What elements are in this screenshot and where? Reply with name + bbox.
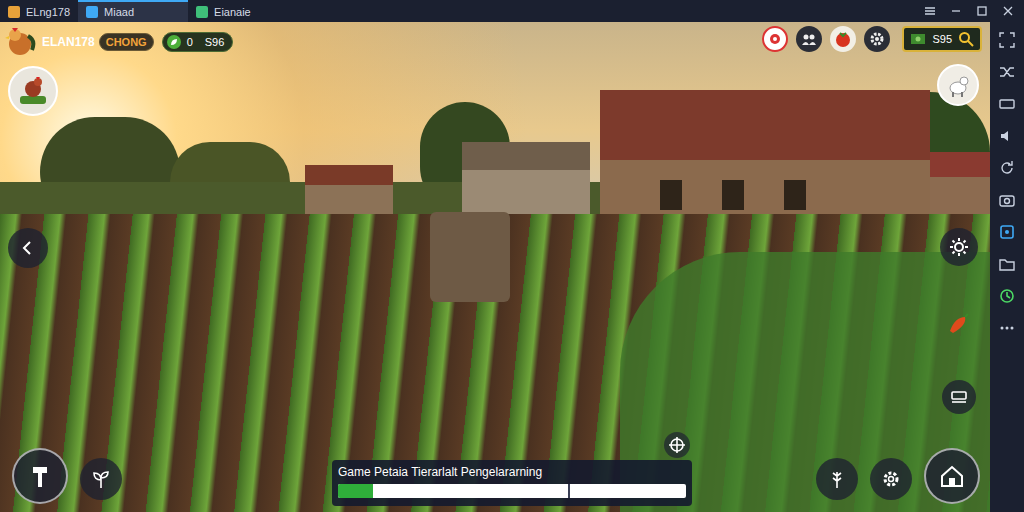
settings-button[interactable] [864, 26, 890, 52]
wheat-icon [826, 468, 848, 490]
target-icon [768, 32, 782, 46]
resource-pill: 0 S96 [162, 32, 234, 52]
cash-icon [910, 32, 926, 46]
close-icon[interactable] [1002, 5, 1014, 17]
friends-button[interactable] [796, 26, 822, 52]
map-button[interactable] [924, 448, 980, 504]
rotate-icon[interactable] [999, 160, 1015, 176]
money-pill[interactable]: S95 [902, 26, 982, 52]
menu-icon[interactable] [924, 5, 936, 17]
progress-panel: Game Petaia Tierarlalt Pengelararning [332, 460, 692, 506]
badge-button[interactable] [762, 26, 788, 52]
harvest-button[interactable] [830, 26, 856, 52]
progress-fill [338, 484, 373, 498]
progress-label: Game Petaia Tierarlalt Pengelararning [338, 464, 686, 480]
volume-icon[interactable] [999, 128, 1015, 144]
gear-icon [869, 31, 885, 47]
wheelbarrow [430, 212, 510, 302]
coins: S96 [205, 34, 229, 51]
progress-divider [568, 484, 570, 498]
search-icon[interactable] [958, 31, 974, 47]
top-right-hud: S95 [762, 26, 982, 52]
window-tab[interactable]: Miaad [78, 0, 188, 22]
folder-icon[interactable] [999, 256, 1015, 272]
record-icon[interactable] [999, 224, 1015, 240]
camera-icon[interactable] [999, 192, 1015, 208]
pepper-button[interactable] [942, 308, 974, 340]
avatar-button[interactable] [8, 66, 58, 116]
tomato-icon [834, 30, 852, 48]
back-button[interactable] [8, 228, 48, 268]
shuffle-icon[interactable] [999, 64, 1015, 80]
crosshair-icon [668, 436, 686, 454]
app-icon [8, 6, 20, 18]
house-icon [938, 462, 966, 490]
rank-badge: CHONG [99, 33, 154, 52]
bottom-right-controls [816, 448, 980, 504]
emulator-sidebar [990, 22, 1024, 512]
sun-icon [949, 237, 969, 257]
options-button[interactable] [870, 458, 912, 500]
aim-button[interactable] [664, 432, 690, 458]
player-name: ELAN178 [42, 35, 95, 49]
tab-label: ELng178 [26, 4, 70, 21]
brightness-button[interactable] [940, 228, 978, 266]
sprout-icon [90, 468, 112, 490]
app-icon [196, 6, 208, 18]
window-tab[interactable]: ELng178 [0, 0, 78, 22]
money-amount: S95 [932, 31, 952, 48]
arrow-left-icon [20, 240, 36, 256]
animal-button[interactable] [937, 64, 979, 106]
tool-button[interactable] [12, 448, 68, 504]
machine-button[interactable] [942, 380, 976, 414]
app-icon [86, 6, 98, 18]
chili-icon [945, 311, 971, 337]
window-controls [924, 0, 1024, 22]
keyboard-icon[interactable] [999, 96, 1015, 112]
counter: 0 [187, 34, 199, 51]
tab-label: Eianaie [214, 4, 251, 21]
water-button[interactable] [816, 458, 858, 500]
cog-icon [880, 468, 902, 490]
rooster-icon [2, 24, 38, 60]
leaf-icon [167, 35, 181, 49]
people-icon [801, 31, 817, 47]
fullscreen-icon[interactable] [999, 32, 1015, 48]
tractor-icon [950, 388, 968, 406]
house [305, 165, 393, 217]
maximize-icon[interactable] [976, 5, 988, 17]
tab-label: Miaad [104, 4, 134, 21]
tab-strip: ELng178 Miaad Eianaie [0, 0, 259, 22]
house [930, 152, 990, 222]
bottom-left-controls [12, 448, 122, 504]
hoe-icon [27, 463, 53, 489]
chicken-icon [16, 74, 50, 108]
house [462, 142, 590, 217]
more-icon[interactable] [999, 320, 1015, 336]
plant-button[interactable] [80, 458, 122, 500]
goat-icon [945, 72, 971, 98]
window-tab[interactable]: Eianaie [188, 0, 259, 22]
title-bar: ELng178 Miaad Eianaie [0, 0, 1024, 22]
emulator-window: ELng178 Miaad Eianaie [0, 0, 1024, 512]
player-hud: ELAN178 CHONG 0 S96 [2, 24, 233, 60]
macro-icon[interactable] [999, 288, 1015, 304]
game-view[interactable]: ELAN178 CHONG 0 S96 S95 [0, 22, 990, 512]
minimize-icon[interactable] [950, 5, 962, 17]
progress-track [338, 484, 686, 498]
